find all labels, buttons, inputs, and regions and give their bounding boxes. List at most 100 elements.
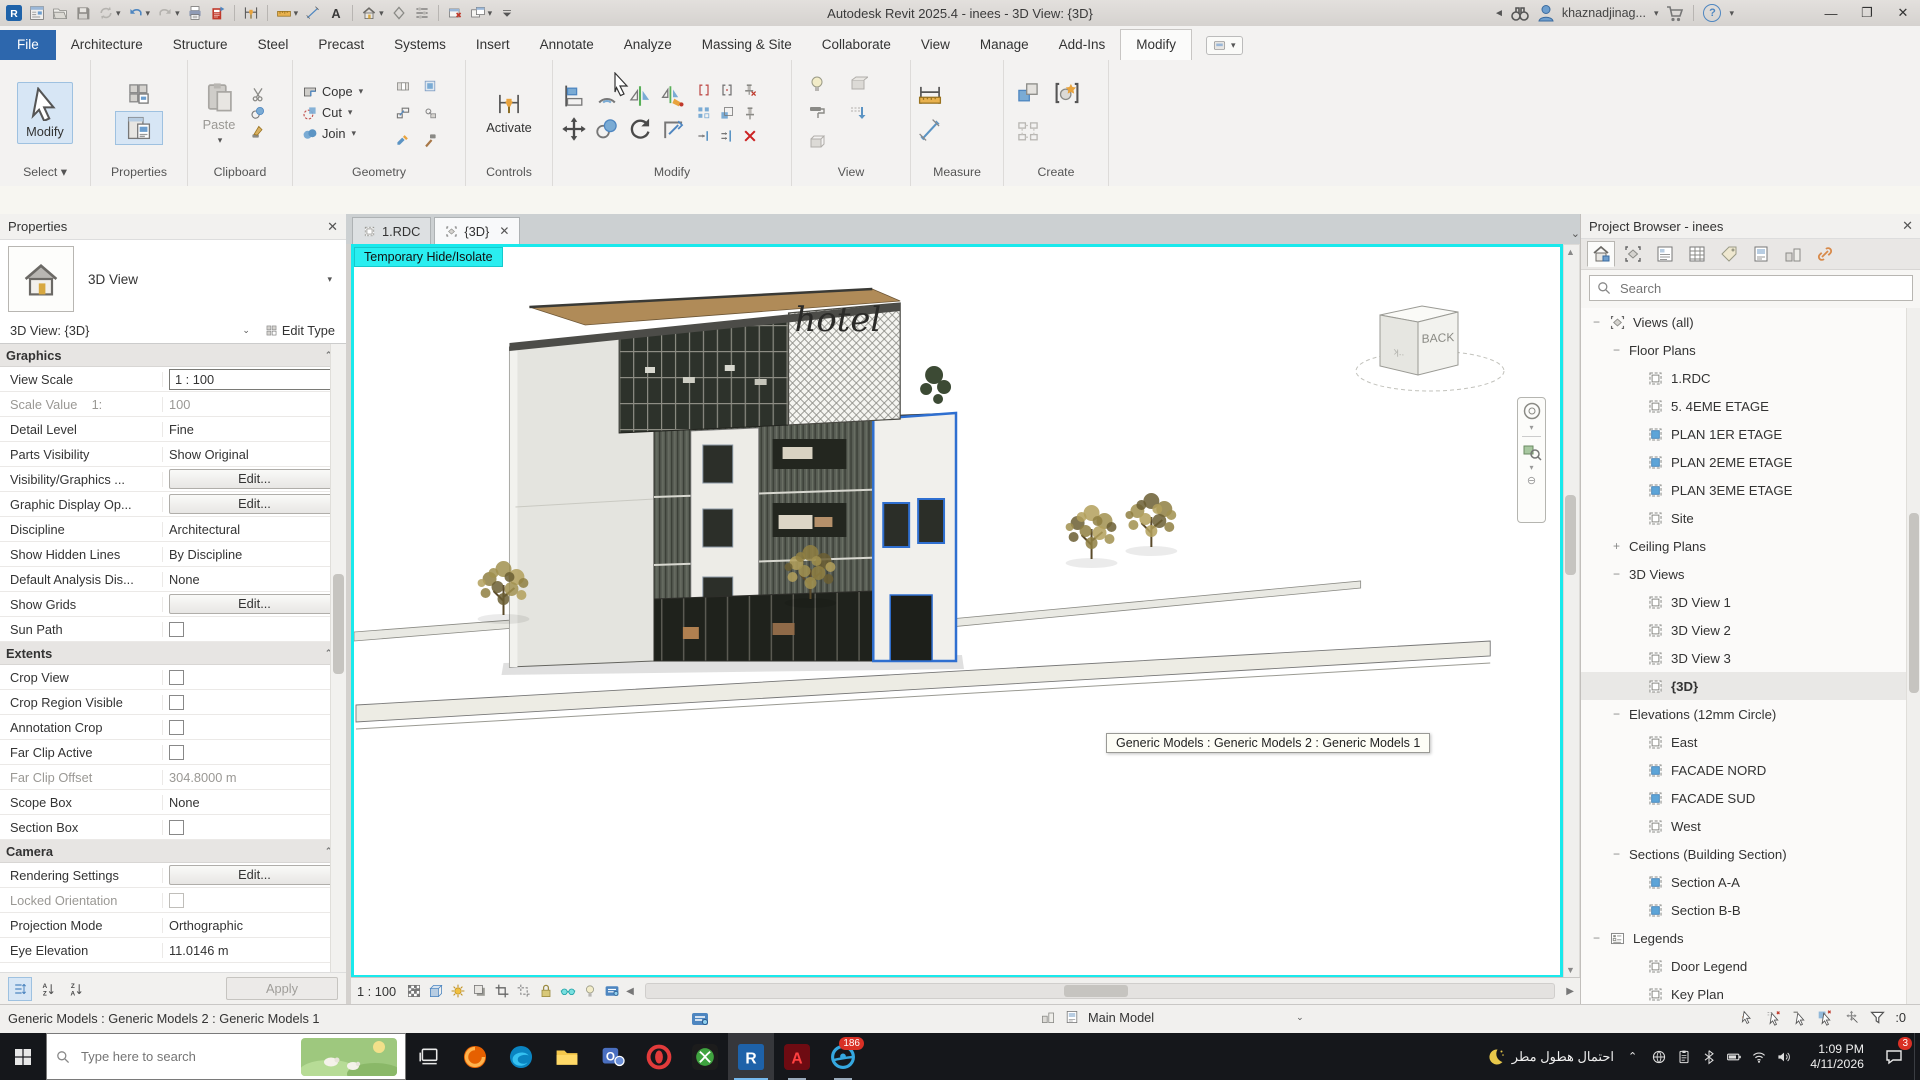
close-view-tab-icon[interactable]: ✕ <box>499 224 509 238</box>
visual-style-icon[interactable] <box>427 982 445 1000</box>
taskbar-app-opera-icon[interactable] <box>636 1033 682 1080</box>
tree-item-door-legend[interactable]: Door Legend <box>1581 952 1920 980</box>
tree-expander-icon[interactable]: − <box>1591 315 1602 329</box>
tree-item-floor-plans[interactable]: −Floor Plans <box>1581 336 1920 364</box>
detail-level-icon[interactable] <box>405 982 423 1000</box>
tree-item-facade-nord[interactable]: FACADE NORD <box>1581 756 1920 784</box>
dim-aligned-icon[interactable] <box>917 117 943 143</box>
taskbar-app-explorer-icon[interactable] <box>544 1033 590 1080</box>
browser-home-icon[interactable] <box>1587 241 1615 267</box>
ribbon-tab-analyze[interactable]: Analyze <box>609 30 687 60</box>
value-scope-box[interactable]: None <box>169 795 200 810</box>
navbar-collapse-icon[interactable]: ⊖ <box>1527 474 1536 487</box>
project-browser-close-icon[interactable]: ✕ <box>1902 218 1913 234</box>
show-crop-icon[interactable] <box>515 982 533 1000</box>
close-button[interactable]: ✕ <box>1888 1 1918 25</box>
tree-item-facade-sud[interactable]: FACADE SUD <box>1581 784 1920 812</box>
panel-label-controls[interactable]: Controls <box>466 165 552 186</box>
property-row-show-hidden-lines[interactable]: Show Hidden LinesBy Discipline <box>0 542 346 567</box>
section-extents[interactable]: Extents⌃⌃ <box>0 642 346 665</box>
cut-geometry-button[interactable]: Cut▾ <box>299 104 385 122</box>
array-icon[interactable] <box>694 103 714 123</box>
panel-label-measure[interactable]: Measure <box>911 165 1003 186</box>
close-windows-icon[interactable] <box>445 4 465 22</box>
drag-selection-icon[interactable] <box>1843 1009 1860 1026</box>
tree-item-views-all[interactable]: −Views (all) <box>1581 308 1920 336</box>
property-row-section-box[interactable]: Section Box <box>0 815 346 840</box>
filter-icon[interactable] <box>1869 1009 1886 1026</box>
hide-isolate-glasses-icon[interactable] <box>559 982 577 1000</box>
property-row-crop-region-visible[interactable]: Crop Region Visible <box>0 690 346 715</box>
panel-label-geometry[interactable]: Geometry <box>293 165 465 186</box>
trim-icon[interactable] <box>658 114 688 144</box>
ribbon-tab-structure[interactable]: Structure <box>158 30 243 60</box>
tree-item-site[interactable]: Site <box>1581 504 1920 532</box>
tray-overflow-icon[interactable]: ⌃ <box>1622 1050 1643 1063</box>
tree-item-5-4eme-etage[interactable]: 5. 4EME ETAGE <box>1581 392 1920 420</box>
property-row-scope-box[interactable]: Scope BoxNone <box>0 790 346 815</box>
marker-icon[interactable] <box>389 4 409 22</box>
taskbar-app-firefox-icon[interactable] <box>452 1033 498 1080</box>
show-desktop-button[interactable] <box>1914 1033 1920 1080</box>
sort-ascending-button[interactable]: AZ <box>36 977 60 1001</box>
property-row-locked-orientation[interactable]: Locked Orientation <box>0 888 346 913</box>
scroll-right-icon[interactable]: ▶ <box>1566 986 1574 997</box>
mirror-draw-icon[interactable] <box>658 81 688 111</box>
tree-item-plan-2eme-etage[interactable]: PLAN 2EME ETAGE <box>1581 448 1920 476</box>
tree-expander-icon[interactable]: − <box>1611 707 1622 721</box>
select-pinned-icon[interactable] <box>1791 1009 1808 1026</box>
coping-icon[interactable] <box>391 101 415 125</box>
copy-icon[interactable] <box>592 114 622 144</box>
ribbon-tab-steel[interactable]: Steel <box>243 30 304 60</box>
open-folder-icon[interactable] <box>50 4 70 22</box>
property-row-view-scale[interactable]: View Scale1 : 100 <box>0 367 346 392</box>
value-discipline[interactable]: Architectural <box>169 522 240 537</box>
section-graphics[interactable]: Graphics⌃⌃ <box>0 344 346 367</box>
undo-icon[interactable]: ▾ <box>126 4 153 22</box>
lock-view-icon[interactable] <box>537 982 555 1000</box>
restore-button[interactable]: ❐ <box>1852 1 1882 25</box>
browser-sheets-icon[interactable] <box>1651 241 1679 267</box>
navigation-bar[interactable]: ▾ ▾ ⊖ <box>1517 397 1546 523</box>
collapse-search-icon[interactable]: ◄ <box>1494 8 1504 19</box>
taskbar-weather[interactable]: احتمال هطول مطر <box>1477 1047 1622 1067</box>
signed-in-user[interactable]: khaznadjinag... <box>1562 6 1646 20</box>
search-help-icon[interactable] <box>1510 3 1530 23</box>
help-caret-icon[interactable]: ▾ <box>1729 8 1734 19</box>
property-row-sun-path[interactable]: Sun Path <box>0 617 346 642</box>
browser-search-box[interactable] <box>1589 275 1913 301</box>
tree-expander-icon[interactable]: − <box>1611 847 1622 861</box>
tree-item-west[interactable]: West <box>1581 812 1920 840</box>
view-tab-1-rdc[interactable]: 1.RDC <box>352 217 431 244</box>
home-icon[interactable]: ▾ <box>359 4 386 22</box>
measure-ruler-icon[interactable] <box>917 83 943 109</box>
value-projection-mode[interactable]: Orthographic <box>169 918 243 933</box>
ribbon-tab-modify[interactable]: Modify <box>1120 29 1192 60</box>
modify-tool-button[interactable]: Modify <box>17 82 73 144</box>
property-row-discipline[interactable]: DisciplineArchitectural <box>0 517 346 542</box>
tree-expander-icon[interactable]: + <box>1611 539 1622 553</box>
property-row-projection-mode[interactable]: Projection ModeOrthographic <box>0 913 346 938</box>
property-row-rendering-settings[interactable]: Rendering SettingsEdit... <box>0 863 346 888</box>
paint-roller-icon[interactable] <box>798 100 836 126</box>
tree-item-plan-3eme-etage[interactable]: PLAN 3EME ETAGE <box>1581 476 1920 504</box>
pin-icon[interactable] <box>740 103 760 123</box>
ribbon-tab-massing-site[interactable]: Massing & Site <box>687 30 807 60</box>
horizontal-scrollbar[interactable] <box>645 983 1555 999</box>
ribbon-tab-annotate[interactable]: Annotate <box>525 30 609 60</box>
ribbon-display-options[interactable]: ▾ <box>1206 36 1243 55</box>
trim-multi-icon[interactable] <box>717 126 737 146</box>
property-row-eye-elevation[interactable]: Eye Elevation11.0146 m <box>0 938 346 963</box>
wall-split-icon[interactable] <box>694 80 714 100</box>
browser-views-icon[interactable] <box>1619 241 1647 267</box>
gap-split-icon[interactable] <box>717 80 737 100</box>
worksets-icon[interactable] <box>1040 1009 1056 1025</box>
sun-path-icon[interactable] <box>449 982 467 1000</box>
value-show-grids[interactable]: Edit... <box>169 594 340 614</box>
tree-item-3d-view-1[interactable]: 3D View 1 <box>1581 588 1920 616</box>
type-selector-caret-icon[interactable]: ▾ <box>327 274 338 285</box>
tree-item-section-b-b[interactable]: Section B-B <box>1581 896 1920 924</box>
value-detail-level[interactable]: Fine <box>169 422 194 437</box>
copy-icon[interactable] <box>250 105 266 121</box>
checkbox-far-clip-active[interactable] <box>169 745 184 760</box>
